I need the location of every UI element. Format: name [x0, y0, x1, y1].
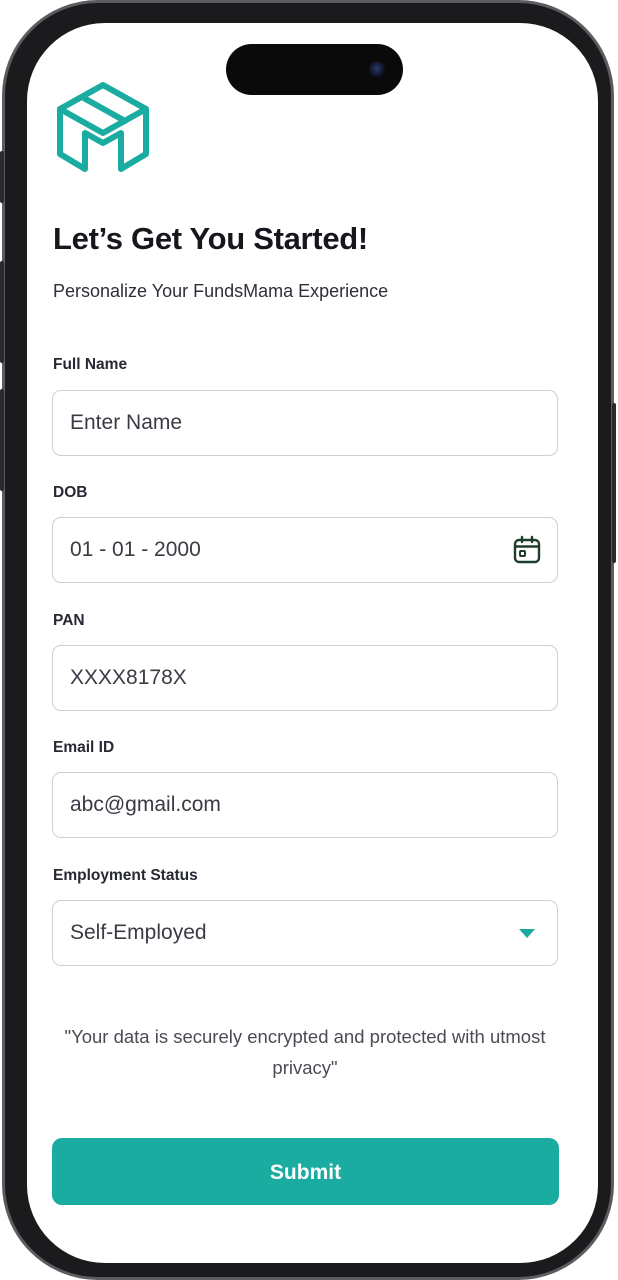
pan-value: XXXX8178X: [70, 666, 187, 689]
email-label: Email ID: [53, 739, 115, 756]
employment-status-value: Self-Employed: [70, 921, 207, 944]
page-title: Let’s Get You Started!: [53, 221, 368, 256]
full-name-placeholder: Enter Name: [70, 411, 183, 434]
submit-button[interactable]: Submit: [52, 1138, 559, 1205]
email-field[interactable]: abc@gmail.com: [52, 772, 558, 838]
volume-down-button: [0, 389, 4, 491]
page-subtitle: Personalize Your FundsMama Experience: [53, 281, 389, 301]
caret-down-icon: [519, 929, 535, 938]
volume-up-button: [0, 261, 4, 363]
privacy-note: "Your data is securely encrypted and pro…: [64, 1026, 546, 1078]
front-camera-icon: [369, 61, 386, 78]
employment-status-select[interactable]: Self-Employed: [52, 900, 558, 966]
phone-frame: Let’s Get You Started! Personalize Your …: [0, 0, 616, 1280]
dob-label: DOB: [53, 484, 88, 501]
dob-value: 01 - 01 - 2000: [70, 538, 201, 561]
fundsmama-logo-icon: [57, 82, 149, 172]
dynamic-island: [226, 44, 403, 95]
dob-field[interactable]: 01 - 01 - 2000: [52, 517, 558, 583]
app-screen: Let’s Get You Started! Personalize Your …: [27, 23, 598, 1263]
pan-label: PAN: [53, 612, 85, 629]
full-name-field[interactable]: Enter Name: [52, 390, 558, 456]
calendar-icon[interactable]: [512, 535, 542, 565]
action-button: [0, 151, 4, 203]
power-button: [612, 403, 616, 563]
full-name-label: Full Name: [53, 356, 128, 373]
employment-status-label: Employment Status: [53, 867, 198, 884]
email-value: abc@gmail.com: [70, 793, 221, 816]
pan-field[interactable]: XXXX8178X: [52, 645, 558, 711]
